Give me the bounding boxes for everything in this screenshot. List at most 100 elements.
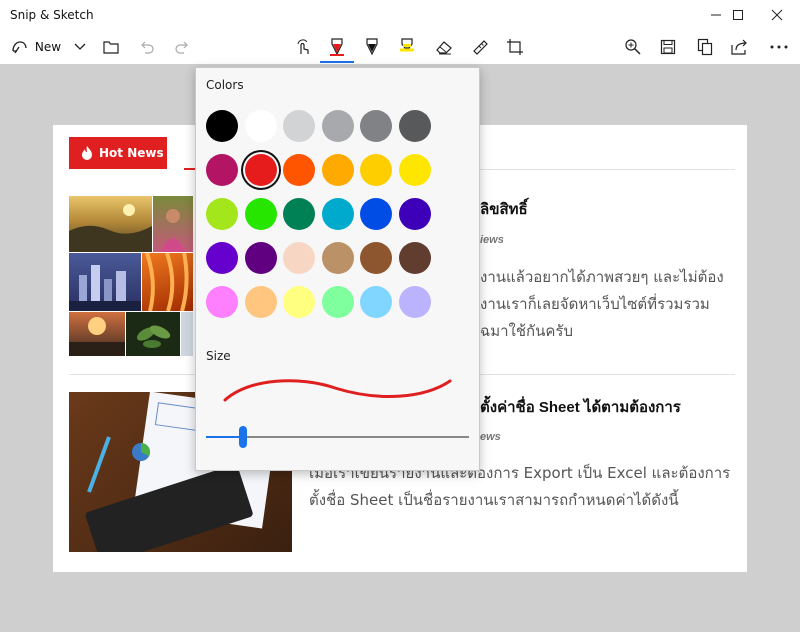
pencil-button[interactable] — [359, 30, 385, 64]
close-icon — [771, 9, 783, 21]
color-swatch[interactable] — [244, 198, 277, 230]
ballpoint-pen-button[interactable] — [322, 30, 352, 64]
color-swatch[interactable] — [321, 286, 354, 318]
color-swatch[interactable] — [283, 110, 315, 142]
pencil-icon — [366, 38, 378, 56]
crop-icon — [507, 39, 523, 55]
crop-button[interactable] — [502, 30, 528, 64]
size-slider-fill — [206, 436, 243, 438]
copy-button[interactable] — [692, 30, 718, 64]
hot-news-label: Hot News — [99, 146, 164, 160]
save-button[interactable] — [655, 30, 681, 64]
color-swatch[interactable] — [398, 110, 431, 142]
landscape-photo — [69, 204, 152, 252]
color-swatch[interactable] — [360, 286, 392, 318]
article-image[interactable] — [181, 312, 193, 356]
color-swatch[interactable] — [398, 286, 431, 318]
copy-icon — [697, 38, 713, 56]
article-image[interactable] — [69, 253, 141, 311]
article-meta: iews — [480, 234, 504, 246]
pen-settings-popup: Colors Size — [195, 67, 480, 471]
article-line: ฉมาใช้กันครับ — [480, 322, 573, 340]
article-image[interactable] — [69, 196, 152, 252]
color-swatch[interactable] — [206, 286, 238, 318]
eraser-button[interactable] — [431, 30, 457, 64]
more-button[interactable] — [765, 30, 793, 64]
color-swatch[interactable] — [321, 154, 354, 186]
size-slider-thumb[interactable] — [238, 426, 247, 448]
highlighter-button[interactable] — [394, 30, 420, 64]
touch-writing-icon — [297, 39, 309, 54]
article-image[interactable] — [69, 312, 125, 356]
fire-photo — [69, 317, 125, 356]
color-swatch[interactable] — [360, 242, 392, 274]
color-swatch[interactable] — [244, 154, 277, 186]
hot-news-tab: Hot News — [69, 137, 167, 169]
color-swatch[interactable] — [244, 110, 277, 142]
share-button[interactable] — [727, 30, 753, 64]
new-options-button[interactable] — [69, 30, 91, 64]
color-swatch[interactable] — [321, 198, 354, 230]
new-snip-icon — [12, 41, 27, 54]
new-label: New — [34, 40, 62, 54]
leaves-photo — [136, 325, 171, 348]
color-swatch[interactable] — [206, 110, 238, 142]
article-image[interactable] — [126, 312, 180, 356]
size-label: Size — [206, 349, 231, 363]
color-swatch[interactable] — [360, 110, 392, 142]
article-title[interactable]: ตั้งค่าชื่อ Sheet ได้ตามต้องการ — [480, 395, 681, 419]
zoom-button[interactable] — [620, 30, 646, 64]
ruler-icon — [473, 40, 488, 55]
stroke-preview — [223, 379, 452, 402]
ruler-button[interactable] — [467, 30, 493, 64]
color-swatch[interactable] — [321, 242, 354, 274]
save-icon — [660, 39, 676, 55]
color-swatch[interactable] — [321, 110, 354, 142]
color-swatch[interactable] — [398, 154, 431, 186]
ballpoint-pen-icon — [330, 38, 344, 56]
eraser-icon — [436, 41, 452, 55]
redo-button[interactable] — [170, 30, 194, 64]
color-swatch[interactable] — [283, 242, 315, 274]
redo-icon — [175, 41, 188, 54]
active-tool-indicator — [320, 61, 354, 63]
window-title: Snip & Sketch — [10, 8, 94, 22]
article-line: งานเราก็เลยจัดหาเว็บไซต์ที่รวมรวม — [480, 295, 710, 313]
article-line: งานแล้วอยากได้ภาพสวยๆ และไม่ต้อง — [480, 268, 724, 286]
article-image[interactable] — [153, 196, 193, 252]
color-swatch[interactable] — [398, 242, 431, 274]
article-meta: ews — [480, 431, 501, 443]
new-button[interactable]: New — [8, 30, 64, 64]
color-swatch[interactable] — [283, 198, 315, 230]
chevron-down-icon — [74, 43, 86, 50]
color-swatch[interactable] — [398, 198, 431, 230]
color-swatch[interactable] — [360, 154, 392, 186]
colors-label: Colors — [206, 78, 244, 92]
open-file-button[interactable] — [99, 30, 123, 64]
color-swatch[interactable] — [244, 242, 277, 274]
color-swatch[interactable] — [244, 286, 277, 318]
touch-writing-button[interactable] — [290, 30, 316, 64]
color-swatch[interactable] — [206, 154, 238, 186]
article-line: ตั้งชื่อ Sheet เป็นชื่อรายงานเราสามารถกำ… — [309, 491, 679, 509]
color-swatch[interactable] — [206, 198, 238, 230]
fire-icon — [82, 146, 92, 160]
maximize-icon — [733, 10, 743, 20]
close-button[interactable] — [754, 0, 800, 30]
color-swatch[interactable] — [283, 286, 315, 318]
article-title[interactable]: ลิขสิทธิ์ — [480, 197, 528, 221]
undo-icon — [141, 41, 154, 54]
city-photo — [69, 265, 141, 311]
color-swatch[interactable] — [206, 242, 238, 274]
toolbar: New — [0, 30, 800, 64]
article-image[interactable] — [142, 253, 193, 311]
portrait-photo — [161, 209, 185, 252]
undo-button[interactable] — [135, 30, 159, 64]
zoom-icon — [625, 39, 641, 55]
share-icon — [731, 39, 747, 55]
highlighter-icon — [400, 38, 414, 52]
color-swatch[interactable] — [283, 154, 315, 186]
article-body: งานแล้วอยากได้ภาพสวยๆ และไม่ต้อง งานเราก… — [480, 264, 724, 345]
color-swatch[interactable] — [360, 198, 392, 230]
fabric-photo — [145, 253, 189, 311]
